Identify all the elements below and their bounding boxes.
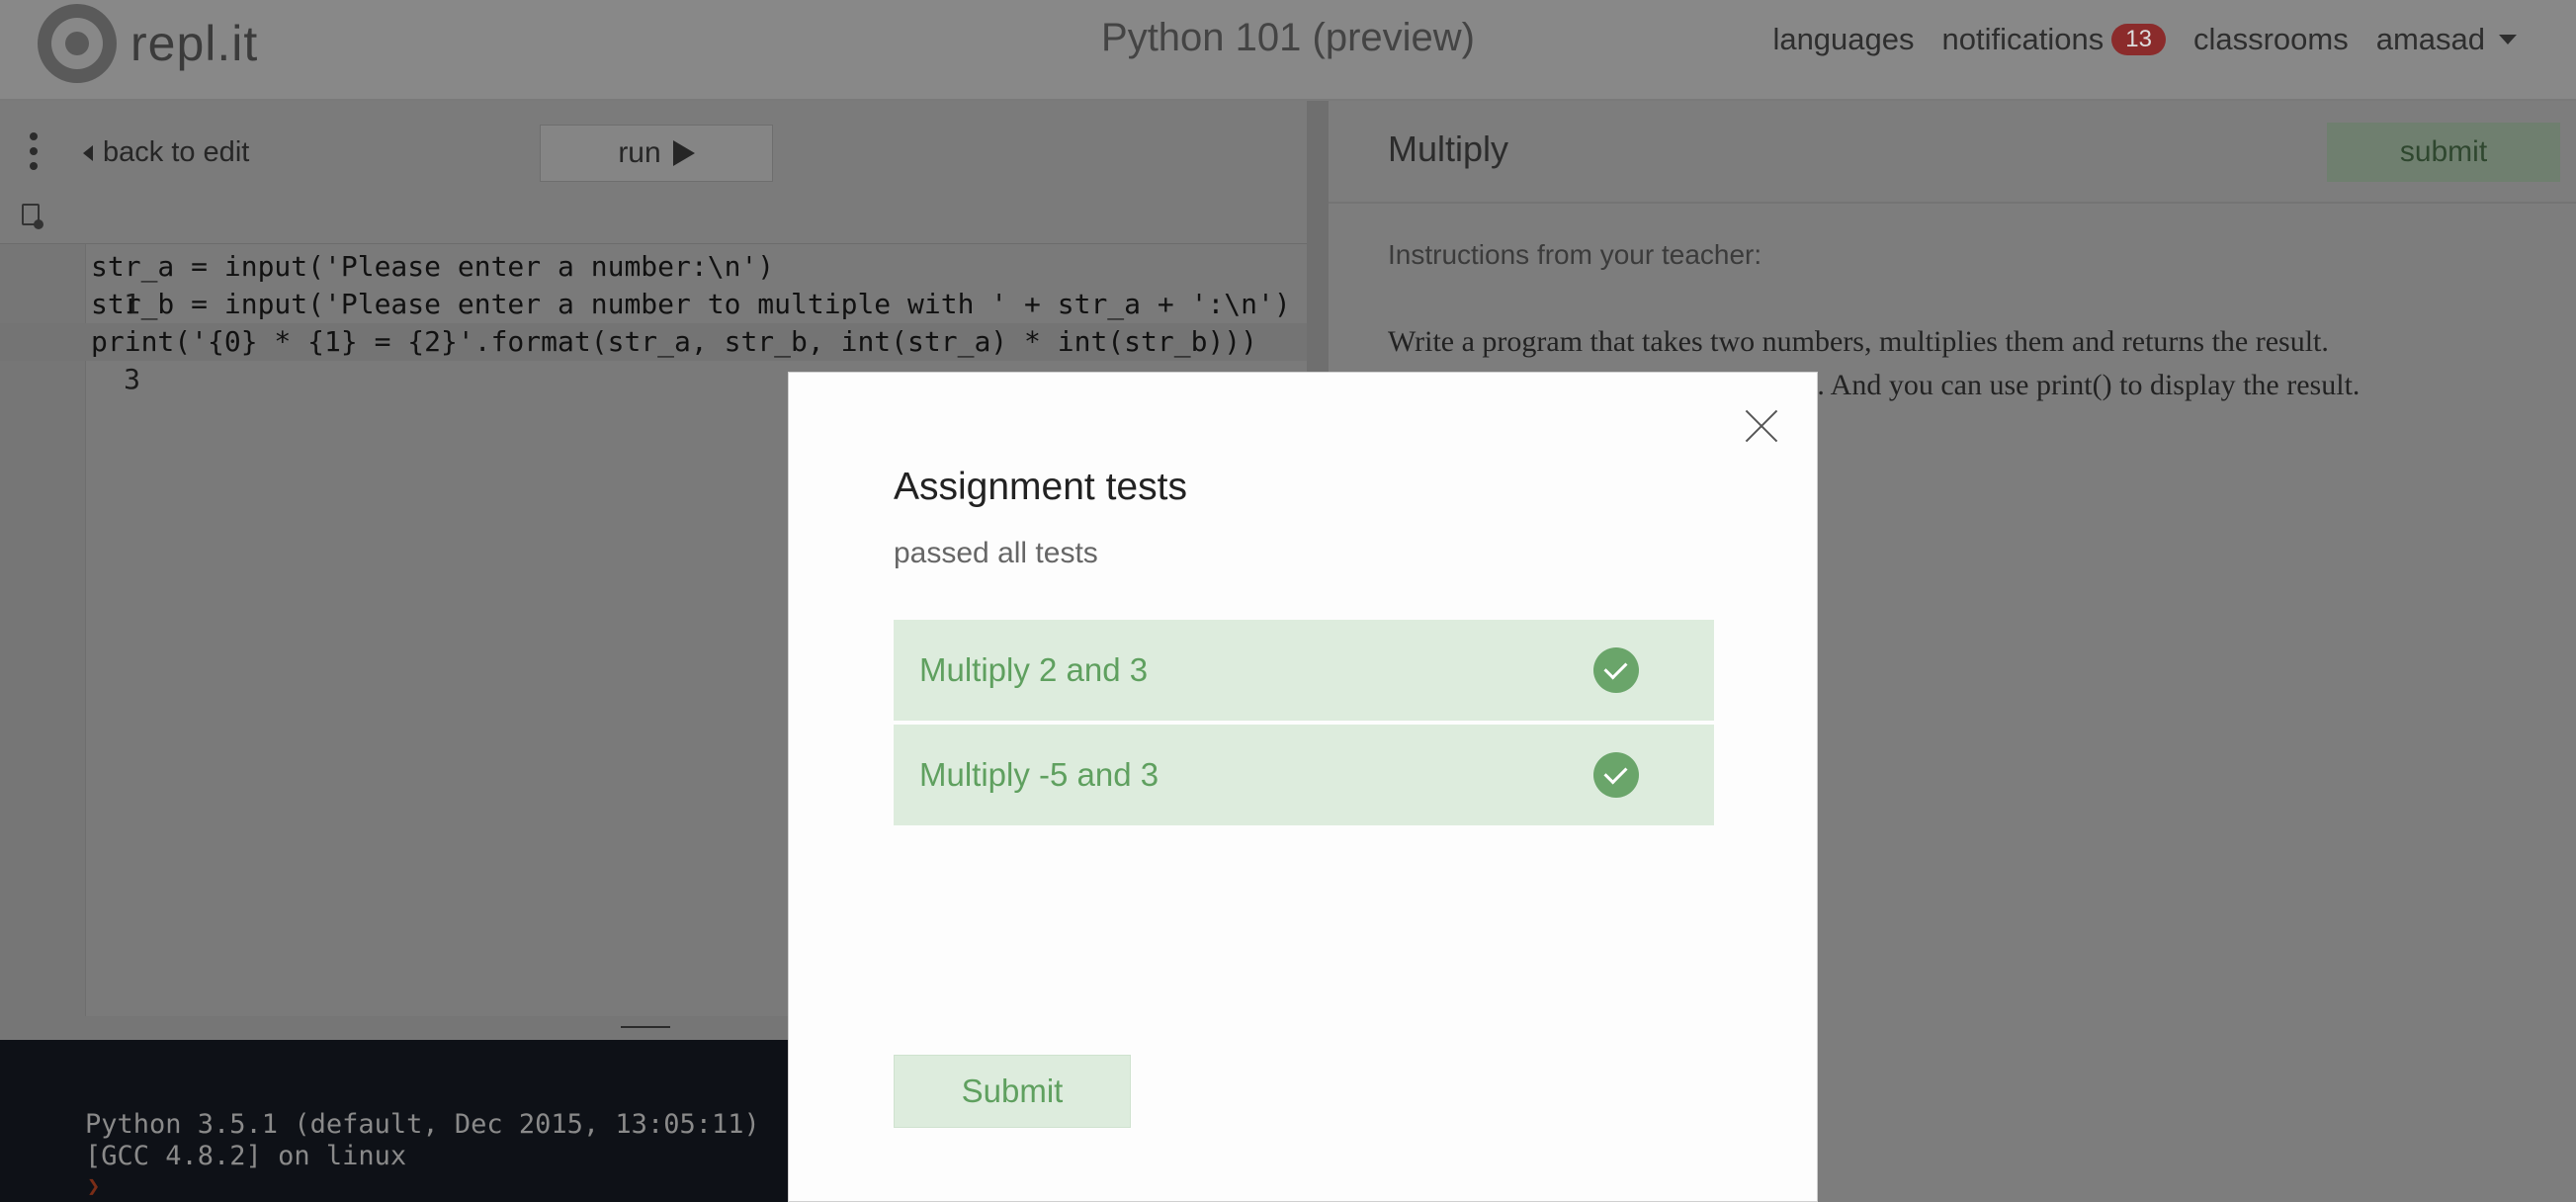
assignment-title: Multiply [1388, 129, 1509, 169]
assignment-tests-modal: Assignment tests passed all tests Multip… [788, 372, 1818, 1202]
notifications-count-badge: 13 [2111, 24, 2166, 55]
chevron-down-icon [2499, 35, 2517, 44]
modal-subtitle: passed all tests [894, 537, 1098, 569]
console-line: Python 3.5.1 (default, Dec 2015, 13:05:1… [85, 1109, 760, 1140]
main-nav: languages notifications 13 classrooms am… [1745, 22, 2517, 57]
nav-languages-link[interactable]: languages [1772, 22, 1914, 57]
check-circle-icon [1593, 752, 1639, 798]
play-icon [672, 140, 695, 166]
replit-logo-icon [38, 4, 117, 83]
line-number: 3 [124, 363, 141, 395]
close-icon[interactable] [1744, 408, 1779, 444]
chevron-left-icon [83, 144, 93, 161]
add-file-icon[interactable] [22, 204, 43, 229]
submit-button[interactable]: submit [2327, 123, 2560, 182]
replit-logo[interactable]: repl.it [38, 4, 258, 83]
test-label: Multiply 2 and 3 [919, 651, 1149, 688]
modal-submit-button[interactable]: Submit [894, 1055, 1131, 1128]
test-label: Multiply -5 and 3 [919, 756, 1159, 793]
check-circle-icon [1593, 647, 1639, 693]
back-to-edit-label: back to edit [103, 136, 250, 168]
instructions-line: Write a program that takes two numbers, … [1388, 325, 2329, 358]
divider [1329, 202, 2576, 204]
more-options-icon[interactable] [30, 132, 40, 177]
editor-toolbar: back to edit run [0, 101, 1307, 196]
code-text: print('{0} * {1} = {2}'.format(str_a, st… [91, 325, 1258, 358]
nav-classrooms-link[interactable]: classrooms [2193, 22, 2349, 57]
code-line-active: 3 print('{0} * {1} = {2}'.format(str_a, … [0, 323, 1307, 395]
test-result-row: Multiply 2 and 3 [894, 620, 1714, 721]
run-label: run [618, 136, 661, 169]
nav-classrooms-label: classrooms [2192, 22, 2349, 56]
nav-notifications-link[interactable]: notifications 13 [1942, 22, 2166, 57]
modal-title: Assignment tests [894, 466, 1187, 508]
code-line: 2 str_b = input('Please enter a number t… [0, 286, 1307, 358]
code-text: str_a = input('Please enter a number:\n'… [91, 250, 775, 283]
user-menu[interactable]: amasad [2376, 22, 2517, 57]
run-button[interactable]: run [540, 125, 773, 182]
nav-languages-label: languages [1772, 22, 1915, 56]
drag-grip-icon [621, 1026, 670, 1028]
instructions-label: Instructions from your teacher: [1388, 239, 1762, 270]
console-line: [GCC 4.8.2] on linux [85, 1141, 407, 1171]
nav-notifications-label: notifications [1941, 22, 2104, 56]
code-line: 1 str_a = input('Please enter a number:\… [0, 248, 1307, 320]
prompt-icon: ❯ [87, 1174, 101, 1199]
username-label: amasad [2375, 22, 2485, 56]
back-to-edit-button[interactable]: back to edit [83, 136, 249, 169]
code-text: str_b = input('Please enter a number to … [91, 288, 1291, 320]
top-navbar: repl.it Python 101 (preview) languages n… [0, 0, 2576, 101]
logo-text: repl.it [130, 16, 259, 71]
test-result-row: Multiply -5 and 3 [894, 725, 1714, 825]
